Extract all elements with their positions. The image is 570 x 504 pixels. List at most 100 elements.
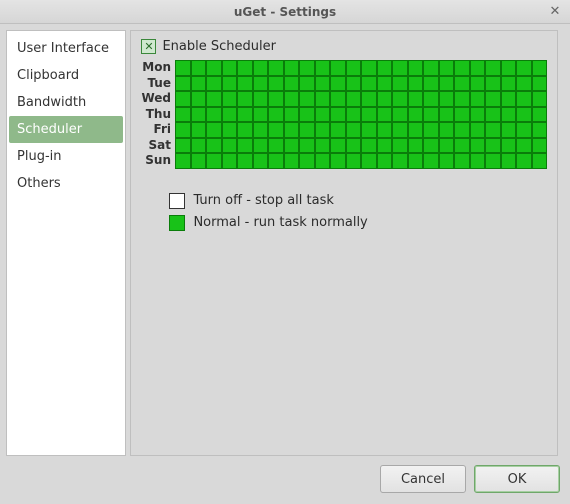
- schedule-cell[interactable]: [253, 122, 269, 138]
- cancel-button[interactable]: Cancel: [380, 465, 466, 493]
- schedule-cell[interactable]: [439, 91, 455, 107]
- schedule-cell[interactable]: [532, 122, 548, 138]
- schedule-cell[interactable]: [392, 107, 408, 123]
- schedule-cell[interactable]: [501, 138, 517, 154]
- schedule-cell[interactable]: [501, 60, 517, 76]
- schedule-cell[interactable]: [206, 91, 222, 107]
- schedule-cell[interactable]: [237, 60, 253, 76]
- schedule-cell[interactable]: [454, 153, 470, 169]
- schedule-cell[interactable]: [315, 60, 331, 76]
- schedule-cell[interactable]: [361, 138, 377, 154]
- schedule-cell[interactable]: [377, 122, 393, 138]
- schedule-cell[interactable]: [237, 153, 253, 169]
- schedule-cell[interactable]: [439, 76, 455, 92]
- schedule-cell[interactable]: [253, 91, 269, 107]
- schedule-cell[interactable]: [191, 107, 207, 123]
- schedule-cell[interactable]: [454, 138, 470, 154]
- schedule-cell[interactable]: [392, 138, 408, 154]
- schedule-cell[interactable]: [330, 60, 346, 76]
- schedule-cell[interactable]: [206, 107, 222, 123]
- schedule-cell[interactable]: [253, 153, 269, 169]
- schedule-cell[interactable]: [501, 91, 517, 107]
- schedule-cell[interactable]: [175, 60, 191, 76]
- schedule-cell[interactable]: [315, 138, 331, 154]
- schedule-cell[interactable]: [439, 138, 455, 154]
- schedule-cell[interactable]: [330, 138, 346, 154]
- schedule-cell[interactable]: [377, 107, 393, 123]
- schedule-cell[interactable]: [408, 138, 424, 154]
- schedule-cell[interactable]: [299, 76, 315, 92]
- schedule-cell[interactable]: [501, 122, 517, 138]
- schedule-cell[interactable]: [330, 76, 346, 92]
- schedule-cell[interactable]: [191, 76, 207, 92]
- schedule-cell[interactable]: [222, 138, 238, 154]
- schedule-cell[interactable]: [222, 122, 238, 138]
- ok-button[interactable]: OK: [474, 465, 560, 493]
- sidebar-item-scheduler[interactable]: Scheduler: [9, 116, 123, 143]
- schedule-cell[interactable]: [423, 60, 439, 76]
- schedule-cell[interactable]: [392, 91, 408, 107]
- schedule-cell[interactable]: [485, 107, 501, 123]
- schedule-cell[interactable]: [206, 60, 222, 76]
- schedule-cell[interactable]: [268, 122, 284, 138]
- schedule-cell[interactable]: [377, 76, 393, 92]
- schedule-cell[interactable]: [516, 91, 532, 107]
- schedule-cell[interactable]: [299, 107, 315, 123]
- schedule-cell[interactable]: [516, 153, 532, 169]
- schedule-cell[interactable]: [377, 153, 393, 169]
- schedule-cell[interactable]: [392, 60, 408, 76]
- schedule-cell[interactable]: [361, 91, 377, 107]
- schedule-cell[interactable]: [377, 138, 393, 154]
- schedule-cell[interactable]: [361, 107, 377, 123]
- schedule-cell[interactable]: [191, 60, 207, 76]
- schedule-cell[interactable]: [470, 76, 486, 92]
- schedule-cell[interactable]: [268, 76, 284, 92]
- schedule-cell[interactable]: [470, 60, 486, 76]
- schedule-cell[interactable]: [423, 153, 439, 169]
- schedule-cell[interactable]: [299, 138, 315, 154]
- schedule-cell[interactable]: [191, 91, 207, 107]
- schedule-cell[interactable]: [315, 91, 331, 107]
- schedule-cell[interactable]: [377, 60, 393, 76]
- schedule-cell[interactable]: [516, 107, 532, 123]
- schedule-cell[interactable]: [392, 153, 408, 169]
- schedule-cell[interactable]: [315, 107, 331, 123]
- schedule-cell[interactable]: [268, 138, 284, 154]
- schedule-cell[interactable]: [175, 153, 191, 169]
- schedule-cell[interactable]: [423, 107, 439, 123]
- schedule-cell[interactable]: [330, 107, 346, 123]
- schedule-cell[interactable]: [222, 153, 238, 169]
- schedule-cell[interactable]: [532, 76, 548, 92]
- schedule-cell[interactable]: [361, 153, 377, 169]
- schedule-cell[interactable]: [485, 138, 501, 154]
- schedule-cell[interactable]: [408, 122, 424, 138]
- schedule-cell[interactable]: [222, 107, 238, 123]
- schedule-cell[interactable]: [175, 138, 191, 154]
- schedule-cell[interactable]: [408, 76, 424, 92]
- schedule-cell[interactable]: [501, 107, 517, 123]
- schedule-cell[interactable]: [439, 60, 455, 76]
- schedule-cell[interactable]: [470, 91, 486, 107]
- schedule-cell[interactable]: [284, 153, 300, 169]
- schedule-cell[interactable]: [315, 153, 331, 169]
- schedule-cell[interactable]: [408, 91, 424, 107]
- schedule-cell[interactable]: [284, 60, 300, 76]
- schedule-cell[interactable]: [206, 122, 222, 138]
- schedule-cell[interactable]: [191, 153, 207, 169]
- schedule-cell[interactable]: [485, 60, 501, 76]
- schedule-cell[interactable]: [175, 91, 191, 107]
- schedule-cell[interactable]: [501, 153, 517, 169]
- schedule-cell[interactable]: [346, 138, 362, 154]
- schedule-cell[interactable]: [284, 138, 300, 154]
- schedule-cell[interactable]: [516, 60, 532, 76]
- schedule-cell[interactable]: [191, 122, 207, 138]
- schedule-cell[interactable]: [206, 76, 222, 92]
- schedule-cell[interactable]: [408, 107, 424, 123]
- schedule-cell[interactable]: [175, 76, 191, 92]
- sidebar-item-clipboard[interactable]: Clipboard: [7, 62, 125, 89]
- enable-scheduler-checkbox[interactable]: [141, 39, 156, 54]
- schedule-cell[interactable]: [253, 138, 269, 154]
- schedule-cell[interactable]: [222, 76, 238, 92]
- schedule-cell[interactable]: [485, 122, 501, 138]
- schedule-cell[interactable]: [439, 153, 455, 169]
